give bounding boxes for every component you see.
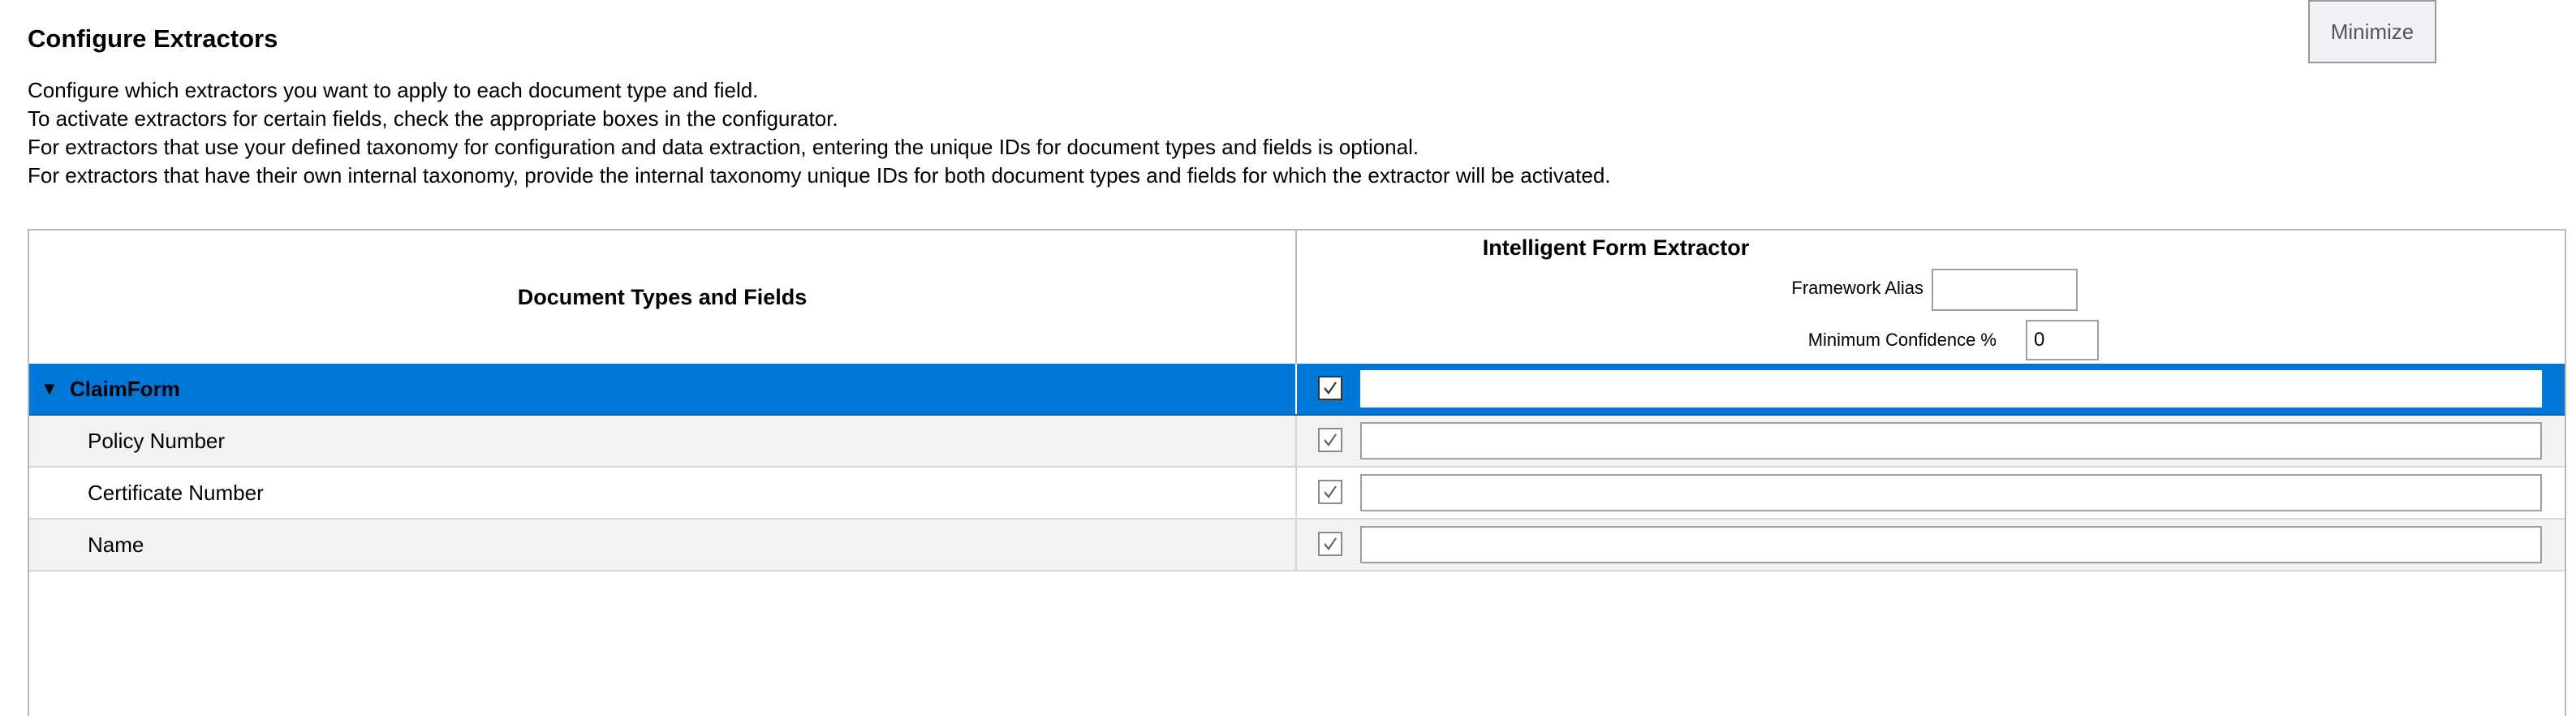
row-label-cell: Name (29, 520, 1297, 570)
extractor-id-input[interactable] (1360, 422, 2542, 459)
extractor-id-input[interactable] (1360, 474, 2542, 511)
document-types-header: Document Types and Fields (29, 231, 1297, 364)
checkmark-icon (1324, 537, 1337, 550)
extractor-column-header: Intelligent Form Extractor Framework Ali… (1297, 231, 2565, 364)
grid-header: Document Types and Fields Intelligent Fo… (29, 231, 2565, 365)
row-extractor-cell (1297, 468, 2565, 518)
row-extractor-cell (1297, 416, 2565, 466)
description-line: For extractors that have their own inter… (28, 163, 1611, 188)
min-confidence-label: Minimum Confidence % (1807, 330, 1997, 350)
extractor-id-input[interactable] (1360, 370, 2542, 408)
row-extractor-cell (1297, 364, 2565, 414)
field-row[interactable]: Name (29, 520, 2565, 572)
framework-alias-input[interactable] (1932, 269, 2078, 311)
extractor-checkbox[interactable] (1318, 532, 1342, 556)
extractor-id-input[interactable] (1360, 526, 2542, 563)
document-type-row[interactable]: ▼ ClaimForm (29, 364, 2565, 416)
caret-down-icon[interactable]: ▼ (41, 378, 60, 399)
row-label-cell: Policy Number (29, 416, 1297, 466)
field-row[interactable]: Policy Number (29, 416, 2565, 468)
extractor-config-grid: Document Types and Fields Intelligent Fo… (28, 229, 2566, 716)
framework-alias-label: Framework Alias (1791, 278, 1923, 298)
row-label: Certificate Number (88, 480, 264, 505)
description-line: Configure which extractors you want to a… (28, 78, 759, 102)
field-row[interactable]: Certificate Number (29, 468, 2565, 520)
description: Configure which extractors you want to a… (28, 76, 1611, 190)
extractor-checkbox[interactable] (1318, 480, 1342, 504)
description-line: For extractors that use your defined tax… (28, 135, 1419, 159)
checkmark-icon (1324, 433, 1337, 446)
extractor-checkbox[interactable] (1318, 376, 1342, 400)
checkmark-icon (1324, 485, 1337, 498)
extractor-checkbox[interactable] (1318, 428, 1342, 452)
checkmark-icon (1324, 382, 1337, 395)
extractor-name: Intelligent Form Extractor (1482, 235, 1750, 260)
row-label: Policy Number (88, 428, 226, 453)
description-line: To activate extractors for certain field… (28, 106, 838, 131)
row-label-cell: ▼ ClaimForm (29, 364, 1297, 414)
page-title: Configure Extractors (28, 24, 278, 53)
minimize-button[interactable]: Minimize (2308, 0, 2436, 63)
row-label-cell: Certificate Number (29, 468, 1297, 518)
row-label: ClaimForm (70, 376, 180, 401)
row-label: Name (88, 532, 144, 557)
row-extractor-cell (1297, 520, 2565, 570)
min-confidence-input[interactable] (2026, 320, 2099, 360)
document-types-header-label: Document Types and Fields (517, 284, 808, 309)
